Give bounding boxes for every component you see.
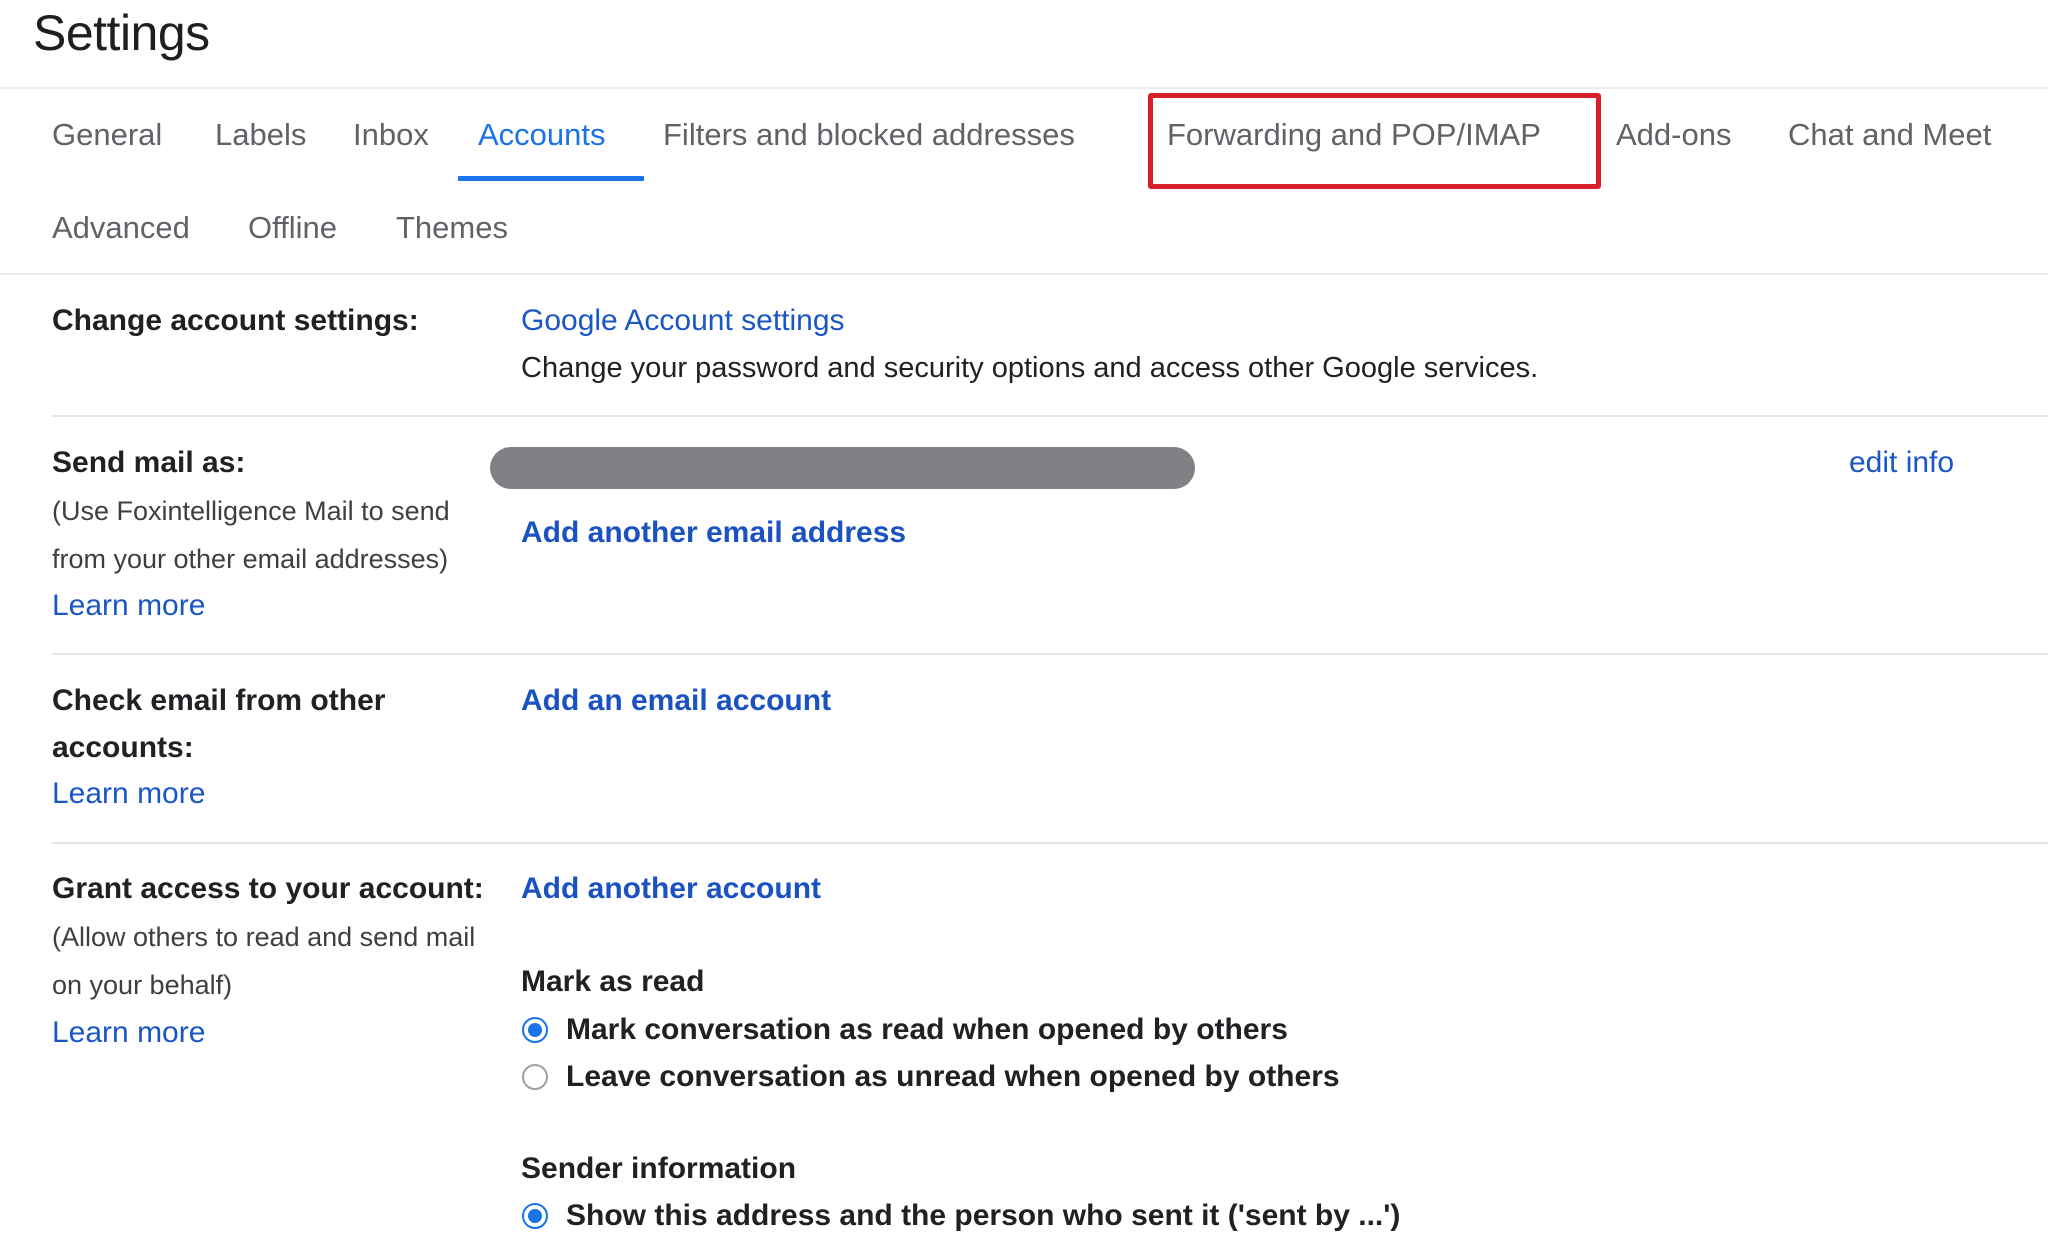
radio-mark-as-read-when-opened[interactable]: Mark conversation as read when opened by…	[522, 1010, 1288, 1050]
tab-chat-and-meet[interactable]: Chat and Meet	[1788, 115, 1991, 155]
radio-label: Leave conversation as unread when opened…	[566, 1060, 1340, 1093]
section-divider	[52, 842, 2048, 844]
section-divider	[52, 653, 2048, 655]
header-divider	[0, 87, 2048, 89]
radio-selected-icon[interactable]	[522, 1203, 548, 1229]
highlight-annotation-box	[1148, 93, 1601, 189]
edit-info-link[interactable]: edit info	[1849, 443, 1954, 483]
tab-filters-and-blocked-addresses[interactable]: Filters and blocked addresses	[663, 115, 1075, 155]
add-another-email-address-link[interactable]: Add another email address	[521, 513, 906, 553]
send-mail-as-description-line2: from your other email addresses)	[52, 544, 449, 574]
redacted-email-address	[490, 447, 1195, 489]
add-another-account-link[interactable]: Add another account	[521, 869, 821, 909]
tab-accounts[interactable]: Accounts	[478, 115, 606, 155]
tab-general[interactable]: General	[52, 115, 162, 155]
google-account-settings-link[interactable]: Google Account settings	[521, 301, 845, 341]
add-an-email-account-link[interactable]: Add an email account	[521, 681, 831, 721]
page-title: Settings	[33, 5, 210, 61]
check-email-label-line2: accounts:	[52, 731, 194, 764]
grant-access-label: Grant access to your account:	[52, 872, 484, 905]
tab-inbox[interactable]: Inbox	[353, 115, 429, 155]
radio-show-address-and-sender[interactable]: Show this address and the person who sen…	[522, 1196, 1400, 1236]
change-account-settings-label: Change account settings:	[52, 304, 419, 337]
sender-information-heading: Sender information	[521, 1152, 797, 1185]
tab-advanced[interactable]: Advanced	[52, 208, 190, 248]
send-mail-as-learn-more-link[interactable]: Learn more	[52, 586, 205, 626]
tab-themes[interactable]: Themes	[396, 208, 508, 248]
check-email-label-line1: Check email from other	[52, 684, 386, 717]
radio-unselected-icon[interactable]	[522, 1064, 548, 1090]
tabs-divider	[0, 273, 2048, 275]
mark-as-read-heading: Mark as read	[521, 965, 705, 998]
tab-add-ons[interactable]: Add-ons	[1616, 115, 1731, 155]
send-mail-as-description-line1: (Use Foxintelligence Mail to send	[52, 496, 450, 526]
check-email-learn-more-link[interactable]: Learn more	[52, 774, 205, 814]
radio-label: Mark conversation as read when opened by…	[566, 1013, 1288, 1046]
tab-labels[interactable]: Labels	[215, 115, 306, 155]
radio-label: Show this address and the person who sen…	[566, 1199, 1401, 1232]
tab-offline[interactable]: Offline	[248, 208, 337, 248]
section-divider	[52, 415, 2048, 417]
grant-access-description-line1: (Allow others to read and send mail	[52, 922, 476, 952]
grant-access-learn-more-link[interactable]: Learn more	[52, 1013, 205, 1053]
radio-leave-as-unread-when-opened[interactable]: Leave conversation as unread when opened…	[522, 1057, 1340, 1097]
radio-selected-icon[interactable]	[522, 1017, 548, 1043]
send-mail-as-label: Send mail as:	[52, 446, 246, 479]
change-account-description: Change your password and security option…	[521, 352, 1539, 384]
active-tab-indicator	[458, 176, 644, 181]
grant-access-description-line2: on your behalf)	[52, 970, 233, 1000]
